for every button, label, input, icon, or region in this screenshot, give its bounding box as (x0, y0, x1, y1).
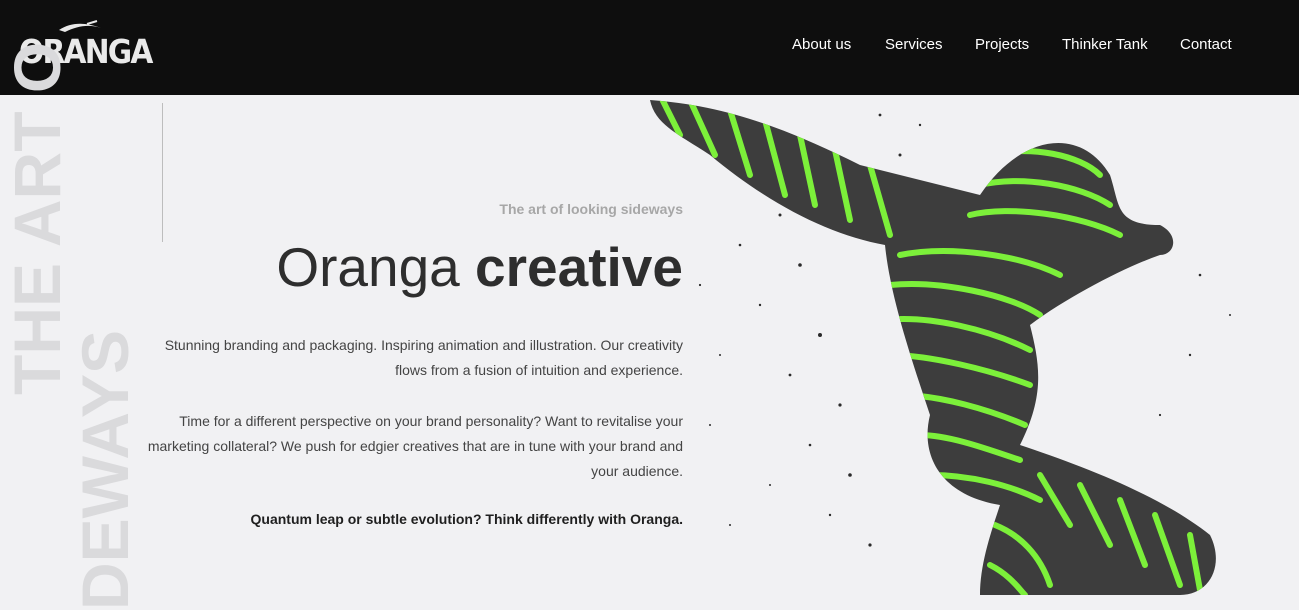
hero-paragraph-1: Stunning branding and packaging. Inspiri… (164, 337, 683, 378)
side-text-bottom: DEWAYS (68, 330, 142, 610)
nav-thinker-tank[interactable]: Thinker Tank (1062, 36, 1148, 53)
hero-cta-text: Quantum leap or subtle evolution? Think … (250, 511, 683, 527)
hero-paragraph-2: Time for a different perspective on your… (147, 413, 683, 479)
headline-bold: creative (475, 236, 683, 298)
nav-projects[interactable]: Projects (975, 36, 1029, 53)
nav-contact[interactable]: Contact (1180, 36, 1232, 53)
side-text-top: THE ART O (0, 41, 74, 395)
headline-light: Oranga (276, 236, 460, 298)
hero-headline: Oranga creative (276, 236, 683, 299)
vertical-divider (162, 103, 163, 242)
hero-figure-image (650, 100, 1231, 595)
nav-about-us[interactable]: About us (792, 36, 851, 53)
main-nav: About us Services Projects Thinker Tank … (0, 36, 1299, 56)
hero-tagline: The art of looking sideways (499, 201, 683, 217)
nav-services[interactable]: Services (885, 36, 943, 53)
site-header: ORANGA About us Services Projects Thinke… (0, 0, 1299, 95)
